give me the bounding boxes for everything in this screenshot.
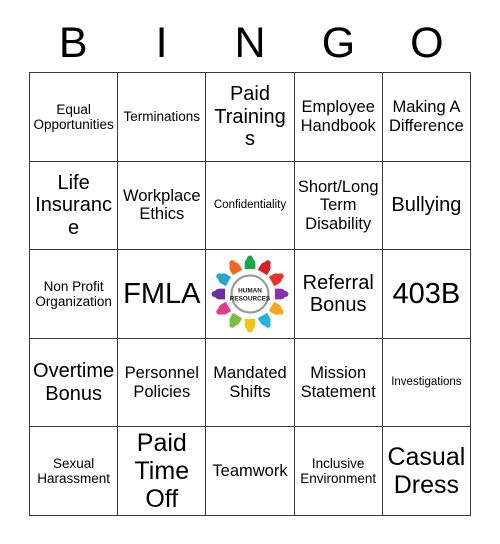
bingo-cell-label: Confidentiality <box>213 198 287 211</box>
bingo-cell-label: Mandated Shifts <box>213 364 287 401</box>
logo-person-icon <box>211 288 226 300</box>
bingo-cell-r4-c4[interactable]: Mission Statement <box>294 338 383 428</box>
bingo-cell-r4-c2[interactable]: Personnel Policies <box>118 338 207 428</box>
bingo-cell-label: Terminations <box>123 109 201 125</box>
bingo-cell-r1-c3[interactable]: Paid Trainings <box>206 73 295 162</box>
bingo-cell-label: Casual Dress <box>387 443 466 500</box>
bingo-cell-r5-c2[interactable]: Paid Time Off <box>118 427 207 516</box>
bingo-cell-r2-c5[interactable]: Bullying <box>382 161 471 251</box>
bingo-cell-r3-c1[interactable]: Non Profit Organization <box>30 250 119 339</box>
header-letter-b: B <box>58 18 88 67</box>
logo-person-icon <box>216 273 232 287</box>
bingo-cell-label: Paid Trainings <box>214 83 286 150</box>
bingo-cell-r4-c3[interactable]: Mandated Shifts <box>206 338 295 428</box>
bingo-cell-label: Life Insurance <box>35 171 112 239</box>
bingo-grid: Equal Opportunities Terminations Paid Trai… <box>29 72 471 516</box>
bingo-cell-r2-c1[interactable]: Life Insurance <box>30 161 119 251</box>
bingo-cell-label: Non Profit Organization <box>35 278 112 309</box>
logo-caption-line-1: HUMAN <box>238 287 262 294</box>
logo-person-icon <box>229 260 243 276</box>
bingo-cell-r4-c5[interactable]: Investigations <box>382 338 471 428</box>
bingo-cell-r3-c2[interactable]: FMLA <box>118 250 207 339</box>
bingo-cell-r1-c5[interactable]: Making A Difference <box>382 73 471 162</box>
bingo-header: B I N G O <box>29 14 471 72</box>
bingo-cell-label: Short/Long Term Disability <box>297 177 379 233</box>
logo-person-icon <box>257 312 271 328</box>
bingo-cell-r2-c3[interactable]: Confidentiality <box>206 161 295 251</box>
bingo-cell-label: Inclusive Environment <box>300 456 377 487</box>
bingo-cell-label: Equal Opportunities <box>33 101 114 132</box>
bingo-cell-r5-c5[interactable]: Casual Dress <box>382 427 471 516</box>
bingo-cell-r2-c2[interactable]: Workplace Ethics <box>118 161 207 251</box>
logo-person-icon <box>274 288 289 300</box>
bingo-cell-r5-c4[interactable]: Inclusive Environment <box>294 427 383 516</box>
bingo-cell-label: Investigations <box>391 376 462 389</box>
header-letter-g: G <box>321 18 356 67</box>
bingo-cell-label: 403B <box>392 277 461 310</box>
bingo-cell-label: Workplace Ethics <box>122 186 201 224</box>
header-letter-n: N <box>234 18 266 67</box>
bingo-cell-label: Sexual Harassment <box>37 456 110 487</box>
bingo-cell-r2-c4[interactable]: Short/Long Term Disability <box>294 161 383 251</box>
logo-person-icon <box>229 312 243 328</box>
logo-caption-line-2: RESOURCES <box>230 295 270 302</box>
bingo-cell-r5-c1[interactable]: Sexual Harassment <box>30 427 119 516</box>
bingo-cell-r1-c2[interactable]: Terminations <box>118 73 207 162</box>
bingo-cell-label: Making A Difference <box>388 98 464 135</box>
bingo-cell-r3-c5[interactable]: 403B <box>382 250 471 339</box>
bingo-cell-label: FMLA <box>123 277 201 310</box>
logo-person-icon <box>268 273 284 287</box>
human-resources-logo: HUMAN RESOURCES <box>208 252 292 336</box>
bingo-cell-r3-c4[interactable]: Referral Bonus <box>294 250 383 339</box>
bingo-card: B I N G O Equal Opportunities Termination… <box>0 0 500 544</box>
logo-person-icon <box>257 260 271 276</box>
header-letter-i: I <box>155 18 168 67</box>
bingo-cell-free-space[interactable]: HUMAN RESOURCES <box>206 250 295 339</box>
logo-person-icon <box>268 301 284 315</box>
bingo-cell-label: Mission Statement <box>300 364 376 401</box>
bingo-cell-r1-c4[interactable]: Employee Handbook <box>294 73 383 162</box>
bingo-cell-r1-c1[interactable]: Equal Opportunities <box>30 73 119 162</box>
bingo-cell-label: Overtime Bonus <box>33 360 115 405</box>
header-letter-o: O <box>410 18 444 67</box>
bingo-cell-label: Employee Handbook <box>300 98 376 135</box>
bingo-cell-label: Personnel Policies <box>124 364 199 401</box>
logo-person-icon <box>216 301 232 315</box>
bingo-cell-r5-c3[interactable]: Teamwork <box>206 427 295 516</box>
bingo-cell-label: Paid Time Off <box>134 429 190 514</box>
bingo-cell-label: Teamwork <box>212 461 288 480</box>
bingo-cell-label: Referral Bonus <box>302 271 374 316</box>
bingo-cell-label: Bullying <box>391 194 462 217</box>
logo-person-icon <box>244 318 256 333</box>
bingo-cell-r4-c1[interactable]: Overtime Bonus <box>30 338 119 428</box>
logo-person-icon <box>244 255 256 270</box>
